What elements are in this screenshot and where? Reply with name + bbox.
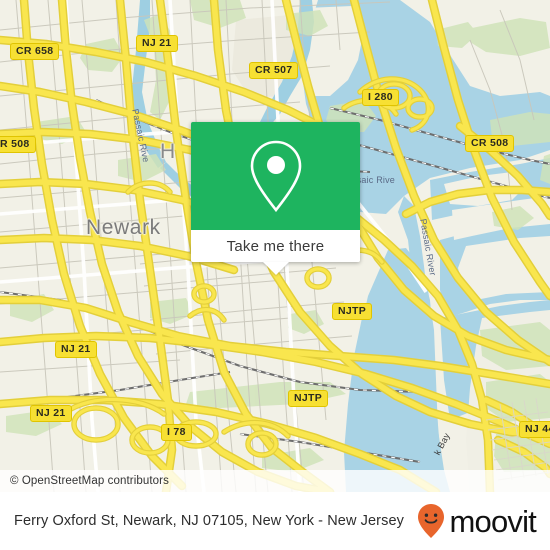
map-shield-cr508-e: CR 508 [465, 135, 515, 152]
map-shield-i280: I 280 [362, 89, 399, 106]
map-shield-i78: I 78 [161, 424, 192, 441]
attribution-text[interactable]: © OpenStreetMap contributors [0, 475, 169, 487]
map-shield-njtp-s: NJTP [288, 390, 329, 407]
moovit-wordmark: moovit [449, 503, 536, 539]
destination-popup-card[interactable]: Take me there [191, 122, 360, 275]
map-shield-nj21-n: NJ 21 [136, 35, 178, 52]
popup-pointer-tail [262, 262, 289, 275]
map-shield-cr507: CR 507 [249, 62, 299, 79]
map-shield-cr658: CR 658 [10, 43, 60, 60]
map-shield-nj44: NJ 44 [519, 421, 550, 438]
location-pin-icon [250, 140, 301, 213]
map-canvas[interactable]: Newark H Passaic Rive ssaic Rive Passaic… [0, 0, 550, 492]
footer-bar: Ferry Oxford St, Newark, NJ 07105, New Y… [0, 492, 550, 550]
map-attribution-bar: © OpenStreetMap contributors [0, 470, 550, 492]
footer-address-text: Ferry Oxford St, Newark, NJ 07105, New Y… [14, 512, 404, 529]
popup-cta-label: Take me there [226, 237, 325, 255]
map-shield-nj21-m: NJ 21 [55, 341, 97, 358]
popup-cta[interactable]: Take me there [191, 230, 360, 262]
moovit-smiley-pin-icon [418, 504, 445, 538]
map-shield-nj21-s: NJ 21 [30, 405, 72, 422]
map-shield-cr508-w: R 508 [0, 136, 36, 153]
map-shield-njtp-n: NJTP [332, 303, 373, 320]
moovit-brand[interactable]: moovit [416, 503, 537, 539]
moovit-map-screen: Newark H Passaic Rive ssaic Rive Passaic… [0, 0, 550, 550]
popup-header [191, 122, 360, 230]
